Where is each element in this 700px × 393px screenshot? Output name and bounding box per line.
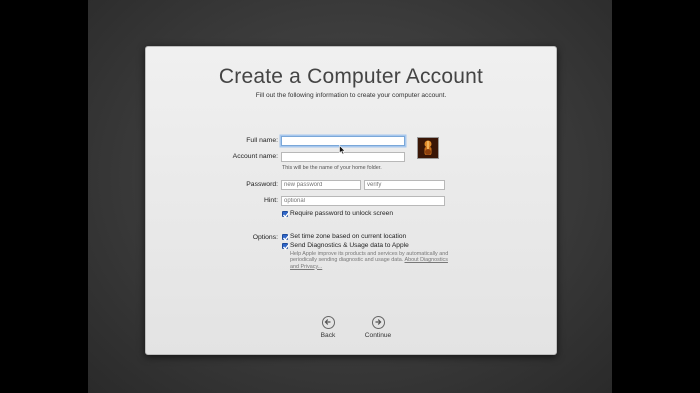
back-label: Back bbox=[320, 332, 336, 339]
page-title: Create a Computer Account bbox=[218, 65, 484, 88]
diagnostics-help: Help Apple improve its products and serv… bbox=[290, 251, 450, 270]
hint-label: Hint: bbox=[264, 197, 278, 204]
account-name-note: This will be the name of your home folde… bbox=[282, 165, 382, 171]
diagnostics-text: Send Diagnostics & Usage data to Apple bbox=[290, 242, 409, 249]
checkmark-icon bbox=[282, 235, 290, 242]
mouse-cursor-icon bbox=[339, 145, 346, 155]
verify-password-input[interactable] bbox=[364, 180, 445, 190]
diagnostics-checkbox[interactable] bbox=[282, 243, 290, 251]
password-label: Password: bbox=[246, 181, 278, 188]
timezone-text: Set time zone based on current location bbox=[290, 233, 407, 240]
hint-input[interactable] bbox=[281, 196, 445, 206]
account-name-label: Account name: bbox=[232, 153, 278, 160]
require-password-text: Require password to unlock screen bbox=[290, 210, 393, 217]
right-arrow-circle-icon bbox=[371, 316, 385, 329]
continue-label: Continue bbox=[364, 332, 392, 339]
require-password-checkbox[interactable] bbox=[282, 211, 290, 219]
back-button[interactable]: Back bbox=[317, 316, 339, 339]
create-account-panel: Create a Computer Account Fill out the f… bbox=[145, 46, 557, 355]
continue-button[interactable]: Continue bbox=[363, 316, 393, 339]
user-picture[interactable] bbox=[417, 137, 439, 159]
page-subtitle: Fill out the following information to cr… bbox=[255, 92, 447, 99]
options-label: Options: bbox=[252, 234, 278, 241]
full-name-label: Full name: bbox=[246, 137, 278, 144]
left-arrow-circle-icon bbox=[321, 316, 335, 329]
checkmark-icon bbox=[282, 244, 290, 251]
checkmark-icon bbox=[282, 212, 290, 219]
password-input[interactable] bbox=[281, 180, 361, 190]
timezone-checkbox[interactable] bbox=[282, 234, 290, 242]
